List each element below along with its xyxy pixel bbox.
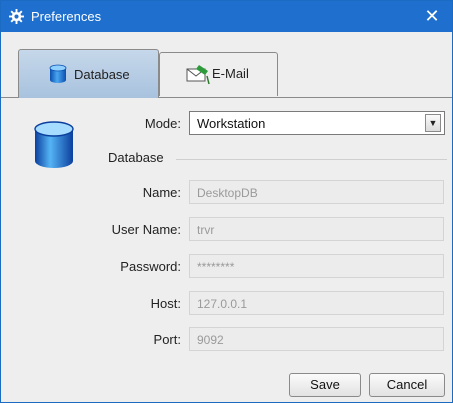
preferences-dialog: Preferences ✕ Database E-Mail Mode: Work…	[0, 0, 453, 403]
chevron-down-icon[interactable]: ▼	[425, 114, 441, 132]
mode-select[interactable]: Workstation ▼	[189, 111, 445, 135]
mode-label: Mode:	[144, 116, 181, 131]
password-label: Password:	[120, 259, 181, 274]
gear-icon	[9, 9, 24, 24]
database-panel: Mode: Workstation ▼ Database Name: Deskt…	[1, 98, 452, 402]
cancel-button[interactable]: Cancel	[369, 373, 445, 397]
close-button[interactable]: ✕	[422, 6, 442, 26]
window-title: Preferences	[31, 9, 102, 24]
port-label: Port:	[153, 332, 181, 347]
database-section-title: Database	[108, 150, 164, 165]
section-divider	[176, 159, 447, 160]
name-label: Name:	[142, 185, 181, 200]
tab-database-label: Database	[74, 67, 130, 82]
tab-database[interactable]: Database	[18, 49, 159, 98]
user-name-label: User Name:	[111, 222, 181, 237]
port-field[interactable]: 9092	[189, 327, 444, 351]
host-field[interactable]: 127.0.0.1	[189, 291, 444, 315]
title-bar[interactable]: Preferences ✕	[1, 1, 452, 32]
tab-email-label: E-Mail	[212, 66, 249, 81]
email-icon	[186, 65, 210, 85]
password-field[interactable]: ********	[189, 254, 444, 278]
tab-email[interactable]: E-Mail	[159, 52, 278, 96]
database-icon	[49, 64, 67, 83]
user-name-field[interactable]: trvr	[189, 217, 444, 241]
tab-strip: Database E-Mail	[1, 32, 452, 98]
save-button[interactable]: Save	[289, 373, 361, 397]
name-field[interactable]: DesktopDB	[189, 180, 444, 204]
host-label: Host:	[150, 296, 181, 311]
mode-value: Workstation	[197, 116, 266, 131]
